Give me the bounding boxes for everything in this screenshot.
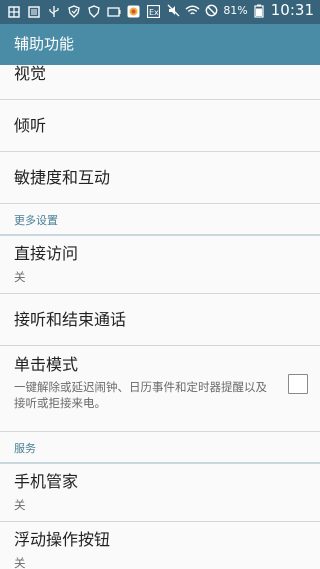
item-title: 敏捷度和互动 (14, 167, 111, 187)
status-time: 10:31 (270, 1, 314, 19)
status-bar: Ex 81% 10:31 (0, 0, 320, 24)
item-subtitle: 一键解除或延迟闹钟、日历事件和定时器提醒以及接听或拒接来电。 (14, 380, 267, 410)
battery-saver-icon (106, 4, 121, 19)
mute-icon (166, 3, 181, 18)
section-title: 更多设置 (14, 214, 58, 227)
settings-item-hearing[interactable]: 倾听 (0, 100, 320, 152)
usb-icon (46, 4, 61, 19)
ex-icon: Ex (146, 4, 161, 19)
battery-percent: 81% (223, 4, 248, 17)
app-bar: 辅助功能 (0, 24, 320, 65)
dnd-icon (204, 3, 219, 18)
settings-item-vision[interactable]: 视觉 (0, 65, 320, 100)
item-title: 倾听 (14, 115, 47, 135)
settings-item-dexterity[interactable]: 敏捷度和互动 (0, 152, 320, 204)
settings-item-single-tap-mode[interactable]: 单击模式 一键解除或延迟闹钟、日历事件和定时器提醒以及接听或拒接来电。 (0, 346, 320, 432)
menu-grid-icon (6, 4, 21, 19)
item-title: 接听和结束通话 (14, 309, 127, 329)
page-title: 辅助功能 (14, 35, 75, 53)
section-services: 服务 (0, 432, 320, 464)
settings-item-direct-access[interactable]: 直接访问 关 (0, 236, 320, 294)
shield-icon (66, 4, 81, 19)
settings-item-phone-manager[interactable]: 手机管家 关 (0, 464, 320, 522)
svg-text:Ex: Ex (149, 8, 159, 17)
message-icon (26, 4, 41, 19)
status-right-icons: 81% 10:31 (166, 3, 314, 18)
battery-icon (252, 3, 267, 18)
section-more-settings: 更多设置 (0, 204, 320, 236)
item-title: 手机管家 (14, 472, 79, 491)
item-subtitle: 关 (14, 270, 26, 284)
settings-item-answer-end-calls[interactable]: 接听和结束通话 (0, 294, 320, 346)
item-title: 视觉 (14, 65, 47, 83)
shield-icon (86, 4, 101, 19)
item-subtitle: 关 (14, 498, 26, 512)
settings-item-floating-action-button[interactable]: 浮动操作按钮 关 (0, 522, 320, 569)
section-title: 服务 (14, 442, 36, 455)
item-title: 浮动操作按钮 (14, 530, 111, 549)
color-app-icon (126, 4, 141, 19)
single-tap-checkbox[interactable] (288, 374, 308, 394)
settings-content[interactable]: 视觉 倾听 敏捷度和互动 更多设置 直接访问 关 接听和结束通话 单击模式 一键… (0, 65, 320, 569)
wifi-icon (185, 3, 200, 18)
item-title: 单击模式 (14, 355, 79, 374)
item-subtitle: 关 (14, 556, 26, 569)
settings-list: 视觉 倾听 敏捷度和互动 更多设置 直接访问 关 接听和结束通话 单击模式 一键… (0, 65, 320, 569)
item-title: 直接访问 (14, 244, 79, 263)
status-left-icons: Ex (6, 4, 161, 19)
